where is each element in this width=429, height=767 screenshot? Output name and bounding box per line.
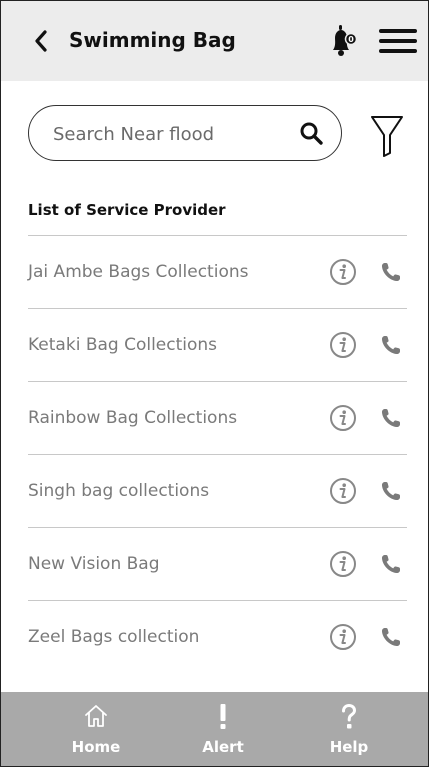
chevron-left-icon: [35, 30, 47, 52]
back-button[interactable]: [31, 27, 51, 55]
call-button[interactable]: [380, 261, 402, 283]
nav-label: Home: [71, 738, 121, 756]
call-button[interactable]: [380, 407, 402, 429]
question-icon: [342, 703, 357, 729]
app-header: Swimming Bag 0: [1, 1, 428, 81]
exclamation-icon: [220, 704, 226, 729]
info-icon: [330, 259, 356, 285]
info-button[interactable]: [329, 623, 357, 651]
info-icon: [330, 478, 356, 504]
search-button[interactable]: [299, 121, 325, 147]
provider-name[interactable]: Jai Ambe Bags Collections: [28, 260, 248, 284]
filter-icon: [371, 116, 403, 157]
provider-name[interactable]: Ketaki Bag Collections: [28, 333, 217, 357]
search-box: [28, 105, 342, 161]
info-icon: [330, 624, 356, 650]
info-icon: [330, 332, 356, 358]
list-title: List of Service Provider: [28, 201, 226, 219]
home-icon: [85, 705, 107, 727]
call-button[interactable]: [380, 626, 402, 648]
info-button[interactable]: [329, 477, 357, 505]
phone-icon: [381, 263, 400, 282]
notification-button[interactable]: 0: [327, 23, 363, 59]
info-icon: [330, 551, 356, 577]
list-item[interactable]: New Vision Bag: [28, 527, 407, 600]
phone-icon: [381, 628, 400, 647]
search-icon: [300, 122, 323, 145]
phone-icon: [381, 409, 400, 428]
info-button[interactable]: [329, 404, 357, 432]
phone-icon: [381, 555, 400, 574]
list-item[interactable]: Singh bag collections: [28, 454, 407, 527]
list-item[interactable]: Ketaki Bag Collections: [28, 308, 407, 381]
list-item[interactable]: Zeel Bags collection: [28, 600, 407, 673]
nav-label: Alert: [202, 738, 244, 756]
page-title: Swimming Bag: [69, 28, 236, 52]
list-item[interactable]: Jai Ambe Bags Collections: [28, 235, 407, 308]
call-button[interactable]: [380, 480, 402, 502]
info-button[interactable]: [329, 550, 357, 578]
nav-label: Help: [329, 738, 369, 756]
search-input[interactable]: [51, 116, 285, 152]
provider-name[interactable]: Rainbow Bag Collections: [28, 406, 237, 430]
phone-icon: [381, 336, 400, 355]
call-button[interactable]: [380, 553, 402, 575]
bell-icon: 0: [333, 25, 358, 56]
svg-text:0: 0: [348, 35, 354, 44]
info-icon: [330, 405, 356, 431]
service-provider-list: Jai Ambe Bags Collections Ketaki Bag Col…: [28, 235, 407, 673]
nav-home[interactable]: Home: [46, 692, 146, 766]
list-item[interactable]: Rainbow Bag Collections: [28, 381, 407, 454]
info-button[interactable]: [329, 331, 357, 359]
provider-name[interactable]: New Vision Bag: [28, 552, 160, 576]
phone-icon: [381, 482, 400, 501]
filter-button[interactable]: [370, 113, 404, 159]
bottom-nav: Home Alert Help: [1, 692, 428, 766]
hamburger-menu-icon: [379, 29, 417, 53]
provider-name[interactable]: Zeel Bags collection: [28, 625, 199, 649]
call-button[interactable]: [380, 334, 402, 356]
info-button[interactable]: [329, 258, 357, 286]
nav-help[interactable]: Help: [299, 692, 399, 766]
nav-alert[interactable]: Alert: [173, 692, 273, 766]
menu-button[interactable]: [379, 29, 417, 53]
provider-name[interactable]: Singh bag collections: [28, 479, 209, 503]
